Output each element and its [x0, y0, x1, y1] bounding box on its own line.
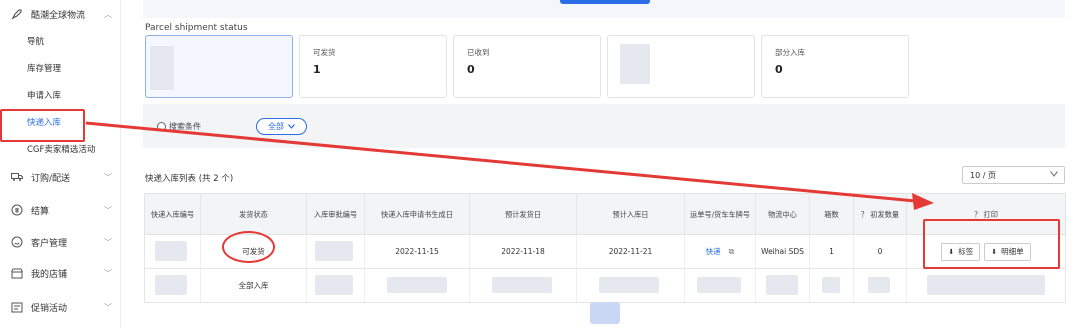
annotation-arrow: [85, 121, 934, 210]
